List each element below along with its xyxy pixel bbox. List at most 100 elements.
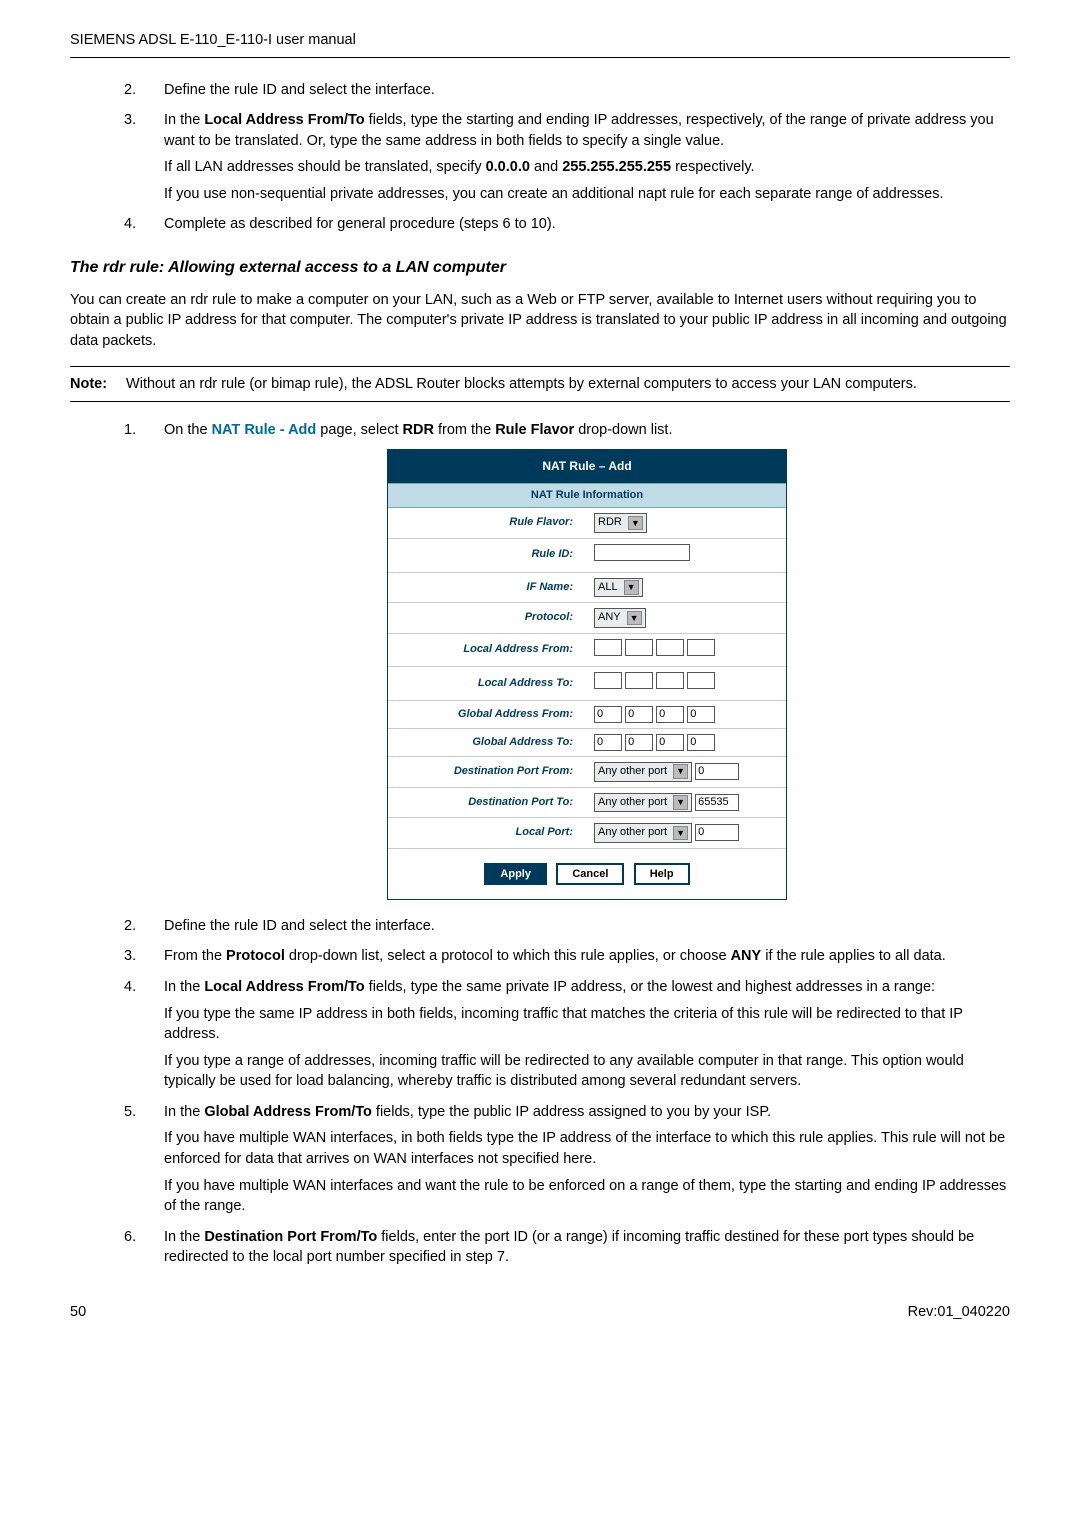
field-value: 0 0 0 0	[587, 728, 786, 756]
header-title: SIEMENS ADSL E-110_E-110-I user manual	[70, 32, 356, 48]
dest-port-to-select[interactable]: Any other port▼	[594, 793, 692, 813]
field-value	[587, 538, 786, 572]
section-heading: The rdr rule: Allowing external access t…	[70, 257, 1010, 280]
ip-octet-input[interactable]: 0	[594, 706, 622, 723]
item-number: 5.	[124, 1102, 136, 1123]
ip-octet-input[interactable]: 0	[625, 734, 653, 751]
bold-text: Protocol	[226, 948, 285, 964]
ip-octet-input[interactable]: 0	[656, 706, 684, 723]
ip-octet-input[interactable]: 0	[625, 706, 653, 723]
note-label: Note:	[70, 374, 122, 395]
ip-octet-input[interactable]	[625, 639, 653, 656]
page-header: SIEMENS ADSL E-110_E-110-I user manual	[70, 30, 1010, 58]
step-1: 1. On the NAT Rule - Add page, select RD…	[124, 420, 1010, 900]
bold-text: 255.255.255.255	[562, 159, 671, 175]
bold-text: 0.0.0.0	[486, 159, 530, 175]
step-3: 3. From the Protocol drop-down list, sel…	[124, 946, 1010, 967]
local-port-select[interactable]: Any other port ▼	[594, 823, 692, 843]
select-value: Any other port	[598, 825, 667, 841]
item-text: Complete as described for general proced…	[164, 214, 1010, 235]
item-number: 4.	[124, 214, 136, 235]
text-span: From the	[164, 948, 226, 964]
dialog-form-table: Rule Flavor: RDR▼ Rule ID: IF Name:	[388, 508, 786, 848]
ip-octet-input[interactable]: 0	[687, 734, 715, 751]
sub-paragraph: If you use non-sequential private addres…	[164, 184, 1010, 205]
field-label: Rule ID:	[388, 538, 587, 572]
protocol-select[interactable]: ANY▼	[594, 608, 646, 628]
bold-text: Rule Flavor	[495, 422, 574, 438]
sub-paragraph: If you type the same IP address in both …	[164, 1004, 1010, 1045]
ip-octet-input[interactable]	[687, 639, 715, 656]
section-paragraph: You can create an rdr rule to make a com…	[70, 290, 1010, 352]
ip-octet-input[interactable]	[656, 672, 684, 689]
text-span: page, select	[316, 422, 402, 438]
rule-flavor-select[interactable]: RDR▼	[594, 513, 647, 533]
ip-octet-input[interactable]	[656, 639, 684, 656]
chevron-down-icon: ▼	[673, 826, 688, 841]
item-number: 1.	[124, 420, 136, 441]
field-value: ALL▼	[587, 572, 786, 603]
page-footer: 50 Rev:01_040220	[70, 1302, 1010, 1323]
row-global-address-to: Global Address To: 0 0 0 0	[388, 728, 786, 756]
port-input[interactable]: 0	[695, 763, 739, 780]
ip-octet-input[interactable]: 0	[594, 734, 622, 751]
text-span: drop-down list, select a protocol to whi…	[285, 948, 731, 964]
field-value: RDR▼	[587, 508, 786, 538]
dialog-title: NAT Rule – Add	[388, 450, 786, 483]
item-text: From the Protocol drop-down list, select…	[164, 946, 1010, 967]
ip-octet-input[interactable]	[594, 639, 622, 656]
dialog-buttons: Apply Cancel Help	[388, 849, 786, 899]
intro-item-2: 2. Define the rule ID and select the int…	[124, 80, 1010, 101]
bold-text: Local Address From/To	[204, 979, 364, 995]
sub-paragraph: If you have multiple WAN interfaces and …	[164, 1176, 1010, 1217]
row-rule-id: Rule ID:	[388, 538, 786, 572]
text-span: fields, type the public IP address assig…	[372, 1104, 771, 1120]
page-link[interactable]: NAT Rule - Add	[212, 422, 317, 438]
text-span: fields, type the same private IP address…	[365, 979, 935, 995]
apply-button[interactable]: Apply	[484, 863, 547, 885]
bold-text: Global Address From/To	[204, 1104, 372, 1120]
text-span: In the	[164, 1104, 204, 1120]
item-number: 6.	[124, 1227, 136, 1248]
chevron-down-icon: ▼	[628, 516, 643, 531]
steps-list: 1. On the NAT Rule - Add page, select RD…	[70, 420, 1010, 1268]
row-global-address-from: Global Address From: 0 0 0 0	[388, 700, 786, 728]
field-label: Rule Flavor:	[388, 508, 587, 538]
item-text: In the Destination Port From/To fields, …	[164, 1227, 1010, 1268]
port-input[interactable]: 0	[695, 824, 739, 841]
ip-octet-input[interactable]	[687, 672, 715, 689]
item-text: Define the rule ID and select the interf…	[164, 916, 1010, 937]
ip-octet-input[interactable]	[594, 672, 622, 689]
chevron-down-icon: ▼	[673, 795, 688, 810]
dest-port-from-select[interactable]: Any other port▼	[594, 762, 692, 782]
text-span: from the	[434, 422, 495, 438]
text-span: respectively.	[671, 159, 755, 175]
port-input[interactable]: 65535	[695, 794, 739, 811]
field-value: 0 0 0 0	[587, 700, 786, 728]
field-value: Any other port▼ 0	[587, 756, 786, 787]
item-number: 3.	[124, 946, 136, 967]
field-label: Global Address From:	[388, 700, 587, 728]
sub-paragraph: If you type a range of addresses, incomi…	[164, 1051, 1010, 1092]
ip-octet-input[interactable]: 0	[687, 706, 715, 723]
ip-octet-input[interactable]: 0	[656, 734, 684, 751]
field-value: ANY▼	[587, 603, 786, 634]
cancel-button[interactable]: Cancel	[556, 863, 624, 885]
ip-octet-input[interactable]	[625, 672, 653, 689]
field-label: Local Address To:	[388, 667, 587, 701]
item-number: 4.	[124, 977, 136, 998]
item-text: In the Global Address From/To fields, ty…	[164, 1102, 1010, 1123]
step-6: 6. In the Destination Port From/To field…	[124, 1227, 1010, 1268]
step-4: 4. In the Local Address From/To fields, …	[124, 977, 1010, 1092]
field-label: Destination Port To:	[388, 787, 587, 818]
chevron-down-icon: ▼	[627, 611, 642, 626]
row-protocol: Protocol: ANY▼	[388, 603, 786, 634]
note-block: Note: Without an rdr rule (or bimap rule…	[70, 366, 1010, 403]
rule-id-input[interactable]	[594, 544, 690, 561]
text-span: if the rule applies to all data.	[761, 948, 946, 964]
field-label: IF Name:	[388, 572, 587, 603]
field-label: Protocol:	[388, 603, 587, 634]
if-name-select[interactable]: ALL▼	[594, 578, 643, 598]
help-button[interactable]: Help	[634, 863, 690, 885]
row-local-port: Local Port: Any other port▼ 0	[388, 818, 786, 849]
